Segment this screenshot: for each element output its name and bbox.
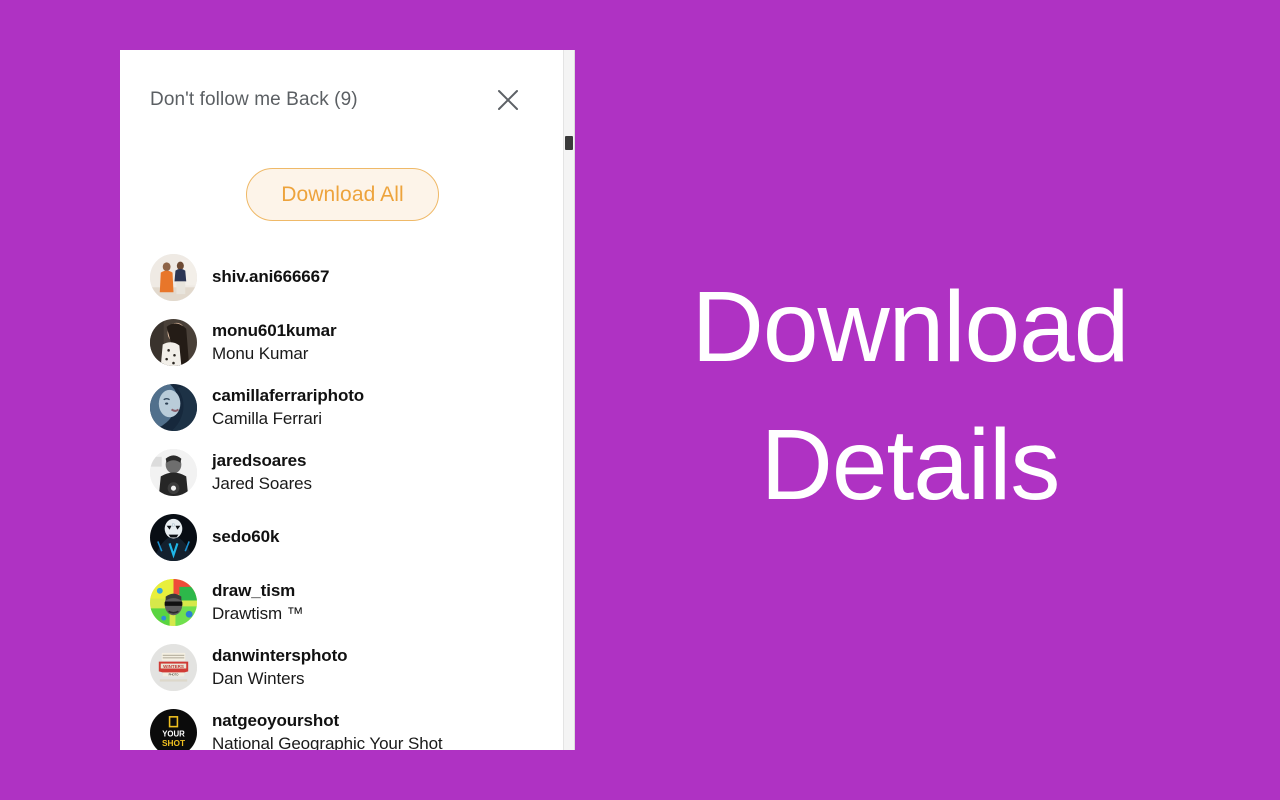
user-username: danwintersphoto [212, 646, 348, 666]
user-fullname: Jared Soares [212, 473, 312, 493]
user-text: monu601kumar Monu Kumar [212, 320, 337, 365]
hero-heading: Download Details [600, 258, 1220, 534]
download-all-row: Download All [120, 150, 575, 245]
user-fullname: Drawtism ™ [212, 603, 304, 623]
panel-scrollbar-thumb[interactable] [565, 136, 573, 150]
panel-header: Don't follow me Back (9) [120, 50, 575, 150]
avatar: WINTERS PHOTO [150, 644, 197, 691]
svg-text:SHOT: SHOT [162, 738, 185, 748]
list-item[interactable]: WINTERS PHOTO danwintersphoto Dan Winter… [150, 635, 561, 700]
svg-text:PHOTO: PHOTO [169, 673, 179, 677]
user-username: draw_tism [212, 581, 296, 601]
user-text: camillaferrariphoto Camilla Ferrari [212, 385, 364, 430]
user-list[interactable]: shiv.ani666667 monu601kumar Monu Kumar c… [120, 245, 575, 750]
user-username: sedo60k [212, 527, 280, 547]
user-text: draw_tism Drawtism ™ [212, 580, 304, 625]
avatar: YOUR SHOT [150, 709, 197, 750]
panel-title: Don't follow me Back (9) [150, 89, 358, 110]
user-text: natgeoyourshot National Geographic Your … [212, 710, 443, 750]
hero-line-1: Download [691, 271, 1130, 383]
user-text: danwintersphoto Dan Winters [212, 645, 348, 690]
user-fullname: National Geographic Your Shot [212, 733, 443, 751]
svg-text:WINTERS: WINTERS [163, 664, 184, 669]
user-username: jaredsoares [212, 451, 307, 471]
user-username: shiv.ani666667 [212, 267, 330, 287]
user-fullname: Camilla Ferrari [212, 408, 322, 428]
avatar: D [150, 514, 197, 561]
list-item[interactable]: draw_tism Drawtism ™ [150, 570, 561, 635]
list-item[interactable]: D sedo60k [150, 505, 561, 570]
panel-scrollbar-track[interactable] [563, 50, 575, 750]
user-username: camillaferrariphoto [212, 386, 365, 406]
list-item[interactable]: jaredsoares Jared Soares [150, 440, 561, 505]
avatar [150, 384, 197, 431]
user-text: shiv.ani666667 [212, 266, 329, 288]
avatar [150, 579, 197, 626]
list-item[interactable]: shiv.ani666667 [150, 245, 561, 310]
list-item[interactable]: monu601kumar Monu Kumar [150, 310, 561, 375]
svg-text:YOUR: YOUR [162, 729, 185, 738]
avatar [150, 319, 197, 366]
avatar [150, 449, 197, 496]
user-text: sedo60k [212, 526, 279, 548]
close-icon [495, 87, 521, 113]
avatar [150, 254, 197, 301]
user-fullname: Monu Kumar [212, 343, 309, 363]
user-username: natgeoyourshot [212, 711, 340, 731]
download-all-button[interactable]: Download All [246, 168, 439, 221]
user-username: monu601kumar [212, 321, 337, 341]
user-text: jaredsoares Jared Soares [212, 450, 312, 495]
download-details-panel: Don't follow me Back (9) Download All sh… [120, 50, 575, 750]
close-button[interactable] [491, 83, 525, 117]
user-fullname: Dan Winters [212, 668, 305, 688]
hero-line-2: Details [760, 409, 1061, 521]
list-item[interactable]: camillaferrariphoto Camilla Ferrari [150, 375, 561, 440]
list-item[interactable]: YOUR SHOT natgeoyourshot National Geogra… [150, 700, 561, 750]
svg-text:D: D [172, 523, 176, 529]
